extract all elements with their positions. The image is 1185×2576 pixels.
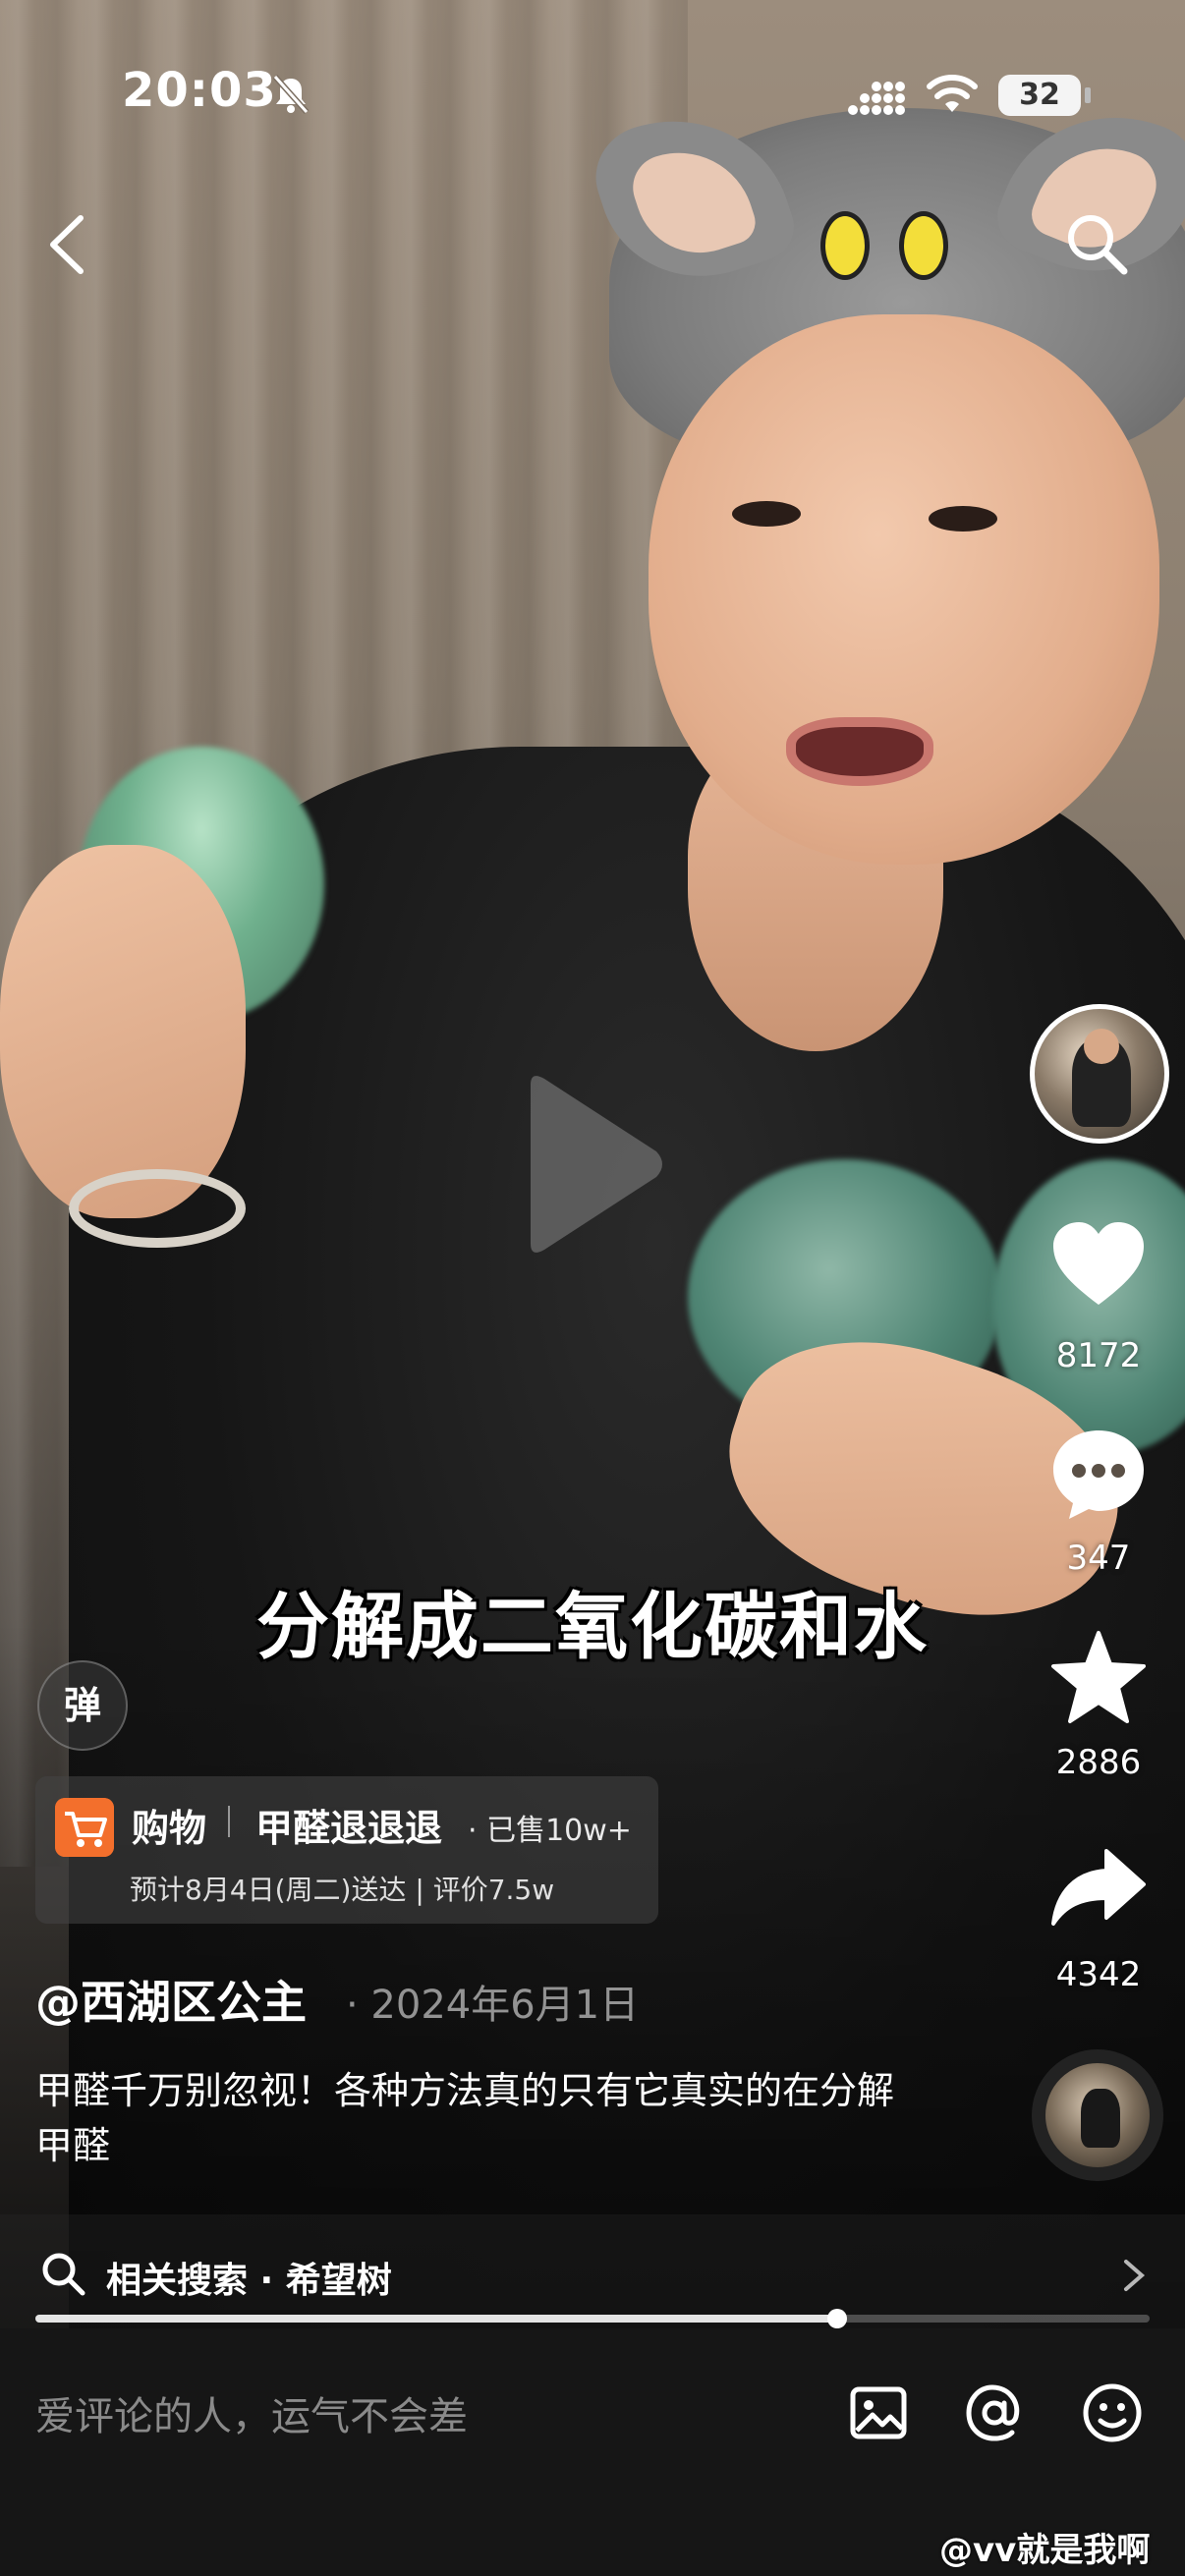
avatar-head xyxy=(1084,1029,1119,1064)
music-disc-figure xyxy=(1081,2089,1120,2148)
like-count: 8172 xyxy=(1055,1336,1142,1375)
shop-product-name: 甲醛退退退 xyxy=(255,1807,443,1850)
emoji-icon[interactable] xyxy=(1081,2381,1144,2444)
bell-off-icon xyxy=(272,75,310,114)
video-bracelet xyxy=(69,1169,246,1248)
video-progress-fill xyxy=(35,2315,838,2323)
post-date: · 2024年6月1日 xyxy=(346,1983,640,2028)
related-search-label[interactable]: 相关搜索 · 希望树 xyxy=(106,2252,392,2303)
video-eye-left xyxy=(732,501,801,527)
shop-sold-count: · 已售10w+ xyxy=(468,1814,632,1848)
wifi-icon xyxy=(927,75,978,112)
comment-input[interactable] xyxy=(35,2368,802,2466)
battery-indicator: 32 xyxy=(998,75,1091,116)
video-hand-left xyxy=(0,845,246,1218)
chevron-right-icon[interactable] xyxy=(1120,2256,1148,2295)
share-icon[interactable] xyxy=(1047,1837,1150,1939)
back-icon[interactable] xyxy=(39,210,94,279)
heart-icon[interactable] xyxy=(1047,1214,1150,1316)
signal-icon xyxy=(848,82,905,115)
shop-label: 购物 xyxy=(132,1807,207,1850)
video-cat-eye-right xyxy=(899,211,948,280)
status-time: 20:03 xyxy=(122,63,277,118)
favorite-count: 2886 xyxy=(1055,1743,1142,1782)
share-count: 4342 xyxy=(1055,1955,1142,1994)
search-icon xyxy=(42,2253,85,2296)
image-icon[interactable] xyxy=(847,2381,910,2444)
creator-avatar[interactable] xyxy=(1030,1004,1169,1144)
video-eye-right xyxy=(929,506,997,532)
author-name[interactable]: @西湖区公主 xyxy=(35,1967,307,2032)
video-person-face xyxy=(649,314,1159,865)
video-mouth xyxy=(786,717,933,786)
comment-icon[interactable] xyxy=(1047,1423,1150,1525)
shop-card[interactable]: 购物 甲醛退退退 · 已售10w+ 预计8月4日(周二)送达 | 评价7.5w xyxy=(35,1776,658,1924)
at-icon[interactable] xyxy=(963,2381,1026,2444)
shop-delivery-info: 预计8月4日(周二)送达 | 评价7.5w xyxy=(130,1874,555,1906)
video-progress-bar[interactable] xyxy=(35,2309,1150,2328)
danmaku-toggle-button[interactable]: 弹 xyxy=(37,1660,128,1751)
play-icon[interactable] xyxy=(511,1071,668,1258)
music-disc[interactable] xyxy=(1032,2049,1163,2181)
shop-divider xyxy=(228,1806,230,1837)
cart-icon xyxy=(55,1798,114,1857)
video-subtitle: 分解成二氧化碳和水 xyxy=(256,1585,929,1669)
watermark: @vv就是我啊 xyxy=(939,2531,1151,2570)
search-icon[interactable] xyxy=(1061,208,1132,279)
video-cat-eye-left xyxy=(820,211,870,280)
post-description[interactable]: 甲醛千万别忽视！各种方法真的只有它真实的在分解甲醛 xyxy=(35,2063,920,2173)
